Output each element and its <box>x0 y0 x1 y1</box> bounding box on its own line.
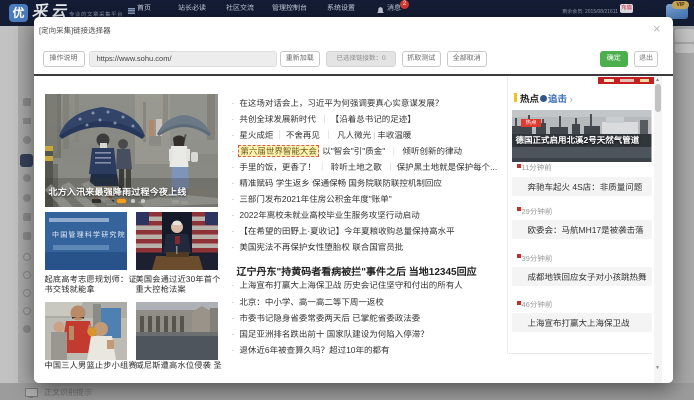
svg-text:中国管理科学研究院: 中国管理科学研究院 <box>52 231 126 239</box>
